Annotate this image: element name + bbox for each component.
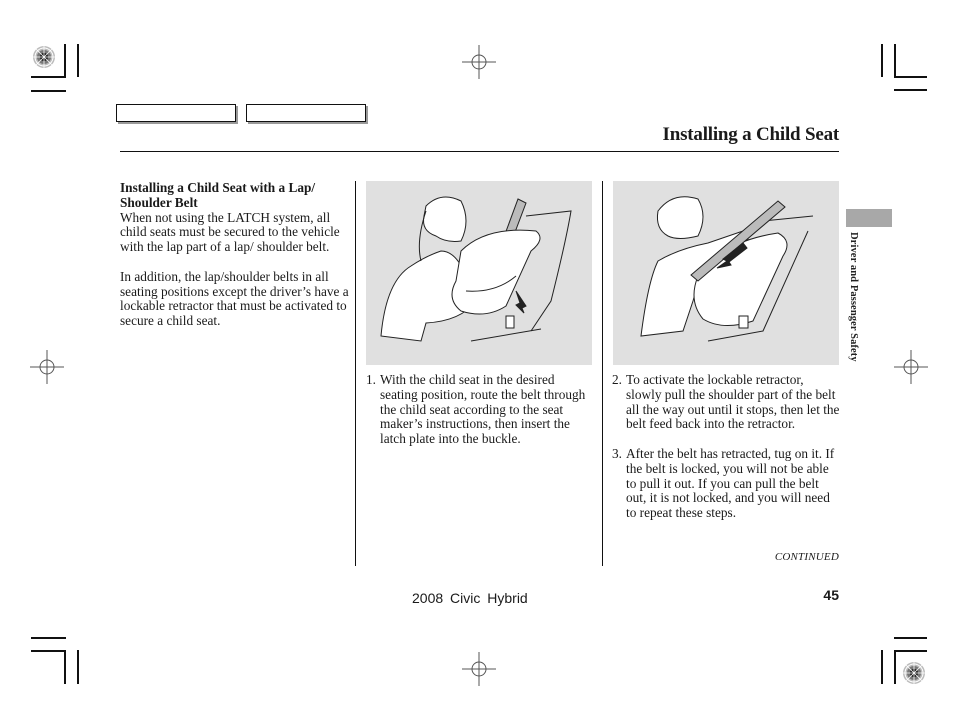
- step-text: To activate the lockable retractor, slow…: [626, 372, 840, 432]
- page-number: 45: [823, 587, 839, 603]
- starburst-registration-icon: [903, 662, 925, 684]
- starburst-registration-icon: [33, 46, 55, 68]
- crosshair-registration-icon: [30, 350, 64, 384]
- subsection-heading: Installing a Child Seat with a Lap/ Shou…: [120, 180, 316, 210]
- step-item: 1. With the child seat in the desired se…: [366, 372, 594, 447]
- step-text: With the child seat in the desired seati…: [380, 372, 586, 447]
- child-seat-belt-routing-illustration: [380, 196, 572, 342]
- step-item: 3. After the belt has retracted, tug on …: [612, 445, 842, 521]
- shoulder-belt-pull-illustration: [640, 196, 814, 342]
- title-rule: [120, 151, 839, 152]
- column-divider: [355, 181, 356, 566]
- right-column-steps: 2. To activate the lockable retractor, s…: [612, 372, 842, 521]
- middle-column-steps: 1. With the child seat in the desired se…: [366, 372, 594, 447]
- step-number: 2.: [612, 372, 622, 387]
- step-text: After the belt has retracted, tug on it.…: [626, 445, 835, 521]
- footer-model-name: 2008 Civic Hybrid: [412, 590, 528, 606]
- left-column: Installing a Child Seat with a Lap/ Shou…: [120, 180, 352, 329]
- side-section-tab: [846, 209, 892, 227]
- step-number: 1.: [366, 372, 376, 387]
- section-title: Installing a Child Seat: [662, 124, 840, 145]
- header-tab-box-1: [116, 104, 236, 122]
- crosshair-registration-icon: [462, 652, 496, 686]
- crosshair-registration-icon: [462, 45, 496, 79]
- continued-label: CONTINUED: [774, 551, 839, 563]
- column-divider: [602, 181, 603, 566]
- header-tab-box-2: [246, 104, 366, 122]
- step-number: 3.: [612, 445, 622, 461]
- crosshair-registration-icon: [894, 350, 928, 384]
- paragraph: When not using the LATCH system, all chi…: [120, 209, 340, 255]
- step-item: 2. To activate the lockable retractor, s…: [612, 372, 842, 432]
- illustration-pull-belt: [613, 181, 839, 365]
- side-section-label: Driver and Passenger Safety: [848, 232, 859, 362]
- illustration-route-belt: [366, 181, 592, 365]
- paragraph: In addition, the lap/shoulder belts in a…: [120, 268, 349, 329]
